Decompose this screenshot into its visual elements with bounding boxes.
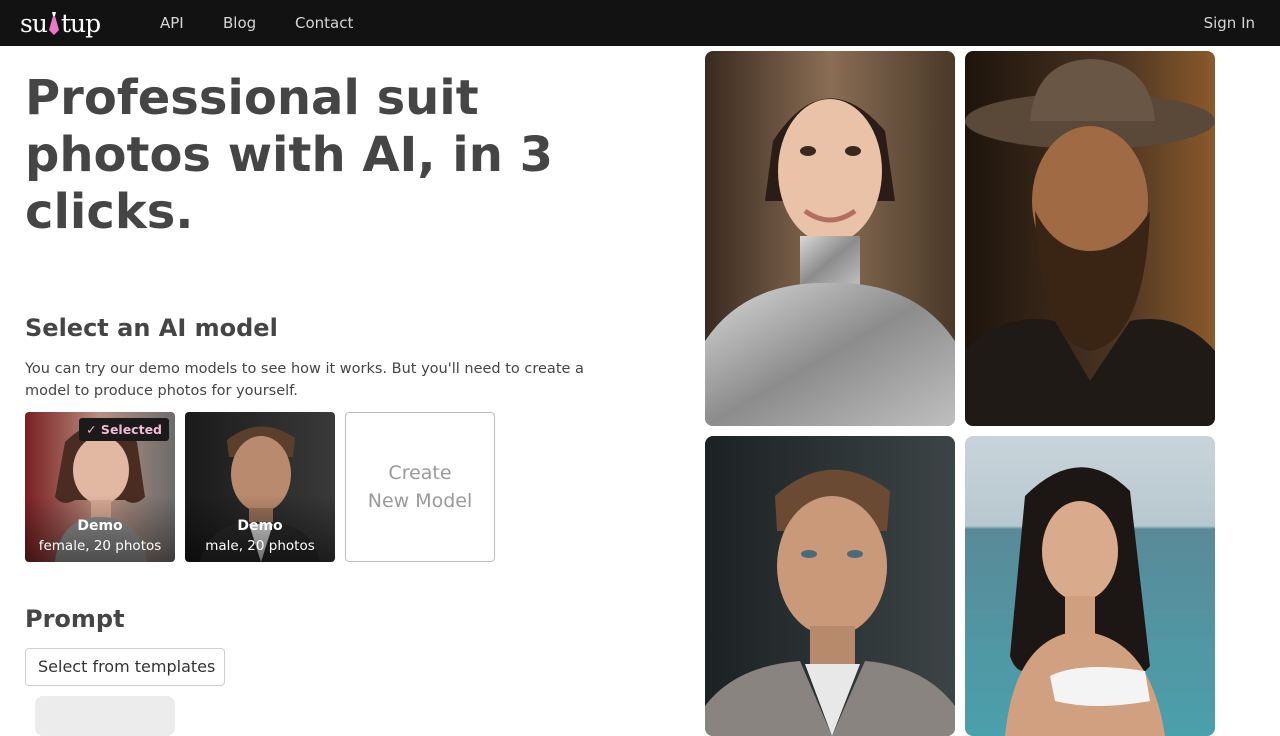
male-model-caption: Demo male, 20 photos [185,516,335,562]
prompt-heading: Prompt [25,605,125,633]
select-model-description: You can try our demo models to see how i… [25,361,584,399]
woman-silver-turtleneck-photo [705,51,955,426]
prompt-textarea[interactable] [35,696,175,736]
nav-link-contact[interactable]: Contact [295,14,353,32]
model-details: male, 20 photos [205,538,315,554]
create-label-line1: Create [388,462,452,484]
create-new-model-button[interactable]: Create New Model [345,412,495,562]
suitup-logo[interactable]: su tup [20,6,101,40]
demo-model-female-card[interactable]: ✓ Selected Demo female, 20 photos [25,412,175,562]
model-name: Demo [77,518,123,534]
nav-link-blog[interactable]: Blog [223,14,256,32]
sign-in-link[interactable]: Sign In [1204,14,1255,32]
woman-sea-background-photo [965,436,1215,736]
top-navbar: su tup API Blog Contact Sign In [0,0,1280,46]
bearded-man-hat-photo [965,51,1215,426]
man-grey-blazer-photo [705,436,955,736]
create-label-line2: New Model [367,490,473,512]
model-name: Demo [237,518,283,534]
model-details: female, 20 photos [38,538,162,554]
selected-badge: ✓ Selected [79,418,169,441]
nav-link-api[interactable]: API [160,14,184,32]
female-model-caption: Demo female, 20 photos [25,516,175,562]
select-model-heading: Select an AI model [25,314,278,342]
tie-icon [48,10,60,36]
hero-title: Professional suit photos with AI, in 3 c… [25,70,554,240]
select-template-button[interactable]: Select from templates [25,648,225,686]
demo-model-male-card[interactable]: Demo male, 20 photos [185,412,335,562]
